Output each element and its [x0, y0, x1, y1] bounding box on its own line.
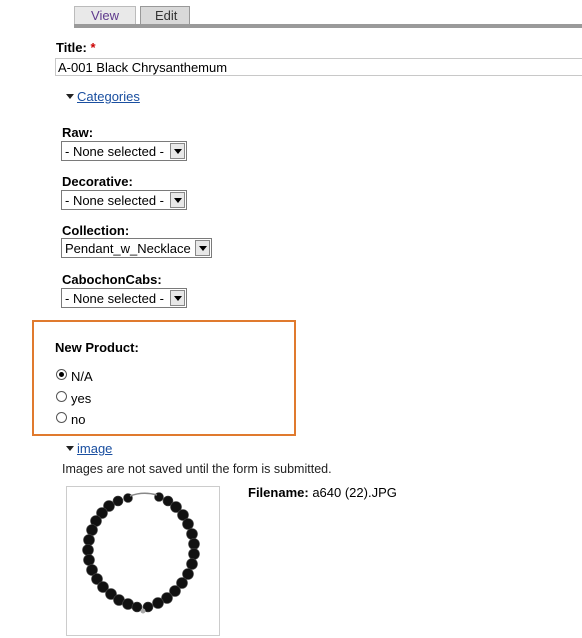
tab-bar: View Edit [74, 6, 194, 24]
tab-edit[interactable]: Edit [140, 6, 190, 24]
decorative-select-value: - None selected - [65, 192, 164, 208]
filename-value: a640 (22).JPG [312, 485, 397, 500]
collection-select-value: Pendant_w_Necklace [65, 240, 191, 256]
raw-label: Raw: [62, 125, 94, 140]
image-note: Images are not saved until the form is s… [62, 462, 332, 476]
collection-select[interactable]: Pendant_w_Necklace [61, 238, 212, 258]
categories-legend[interactable]: Categories [66, 89, 140, 104]
dropdown-arrow-icon[interactable] [170, 192, 185, 208]
cabochoncabs-select[interactable]: - None selected - [61, 288, 187, 308]
dropdown-arrow-icon[interactable] [195, 240, 210, 256]
image-link[interactable]: image [77, 441, 112, 456]
cabochoncabs-select-value: - None selected - [65, 290, 164, 306]
dropdown-arrow-icon[interactable] [170, 290, 185, 306]
decorative-label: Decorative: [62, 174, 133, 189]
filename-row: Filename: a640 (22).JPG [248, 485, 397, 500]
image-legend[interactable]: image [66, 441, 112, 456]
radio-label-na: N/A [71, 369, 93, 384]
required-marker: * [90, 40, 96, 55]
collection-label: Collection: [62, 223, 130, 238]
radio-yes[interactable]: yes [56, 391, 91, 406]
decorative-select[interactable]: - None selected - [61, 190, 187, 210]
title-label-text: Title: [56, 40, 87, 55]
radio-button[interactable] [56, 391, 67, 402]
tab-underline [74, 24, 582, 28]
collapse-triangle-icon [66, 446, 74, 451]
categories-link[interactable]: Categories [77, 89, 140, 104]
image-preview [66, 486, 220, 636]
collapse-triangle-icon [66, 94, 74, 99]
radio-label-yes: yes [71, 391, 92, 406]
necklace-image [82, 492, 200, 614]
radio-label-no: no [71, 412, 86, 427]
title-label: Title: * [56, 40, 96, 55]
new-product-label: New Product: [55, 340, 139, 355]
cabochoncabs-label: CabochonCabs: [62, 272, 162, 287]
radio-button[interactable] [56, 412, 67, 423]
dropdown-arrow-icon[interactable] [170, 143, 185, 159]
tab-view[interactable]: View [74, 6, 136, 24]
title-input[interactable] [55, 58, 582, 76]
raw-select[interactable]: - None selected - [61, 141, 187, 161]
radio-button-checked[interactable] [56, 369, 67, 380]
filename-label: Filename: [248, 485, 309, 500]
radio-na[interactable]: N/A [56, 369, 93, 384]
raw-select-value: - None selected - [65, 143, 164, 159]
radio-no[interactable]: no [56, 412, 85, 427]
